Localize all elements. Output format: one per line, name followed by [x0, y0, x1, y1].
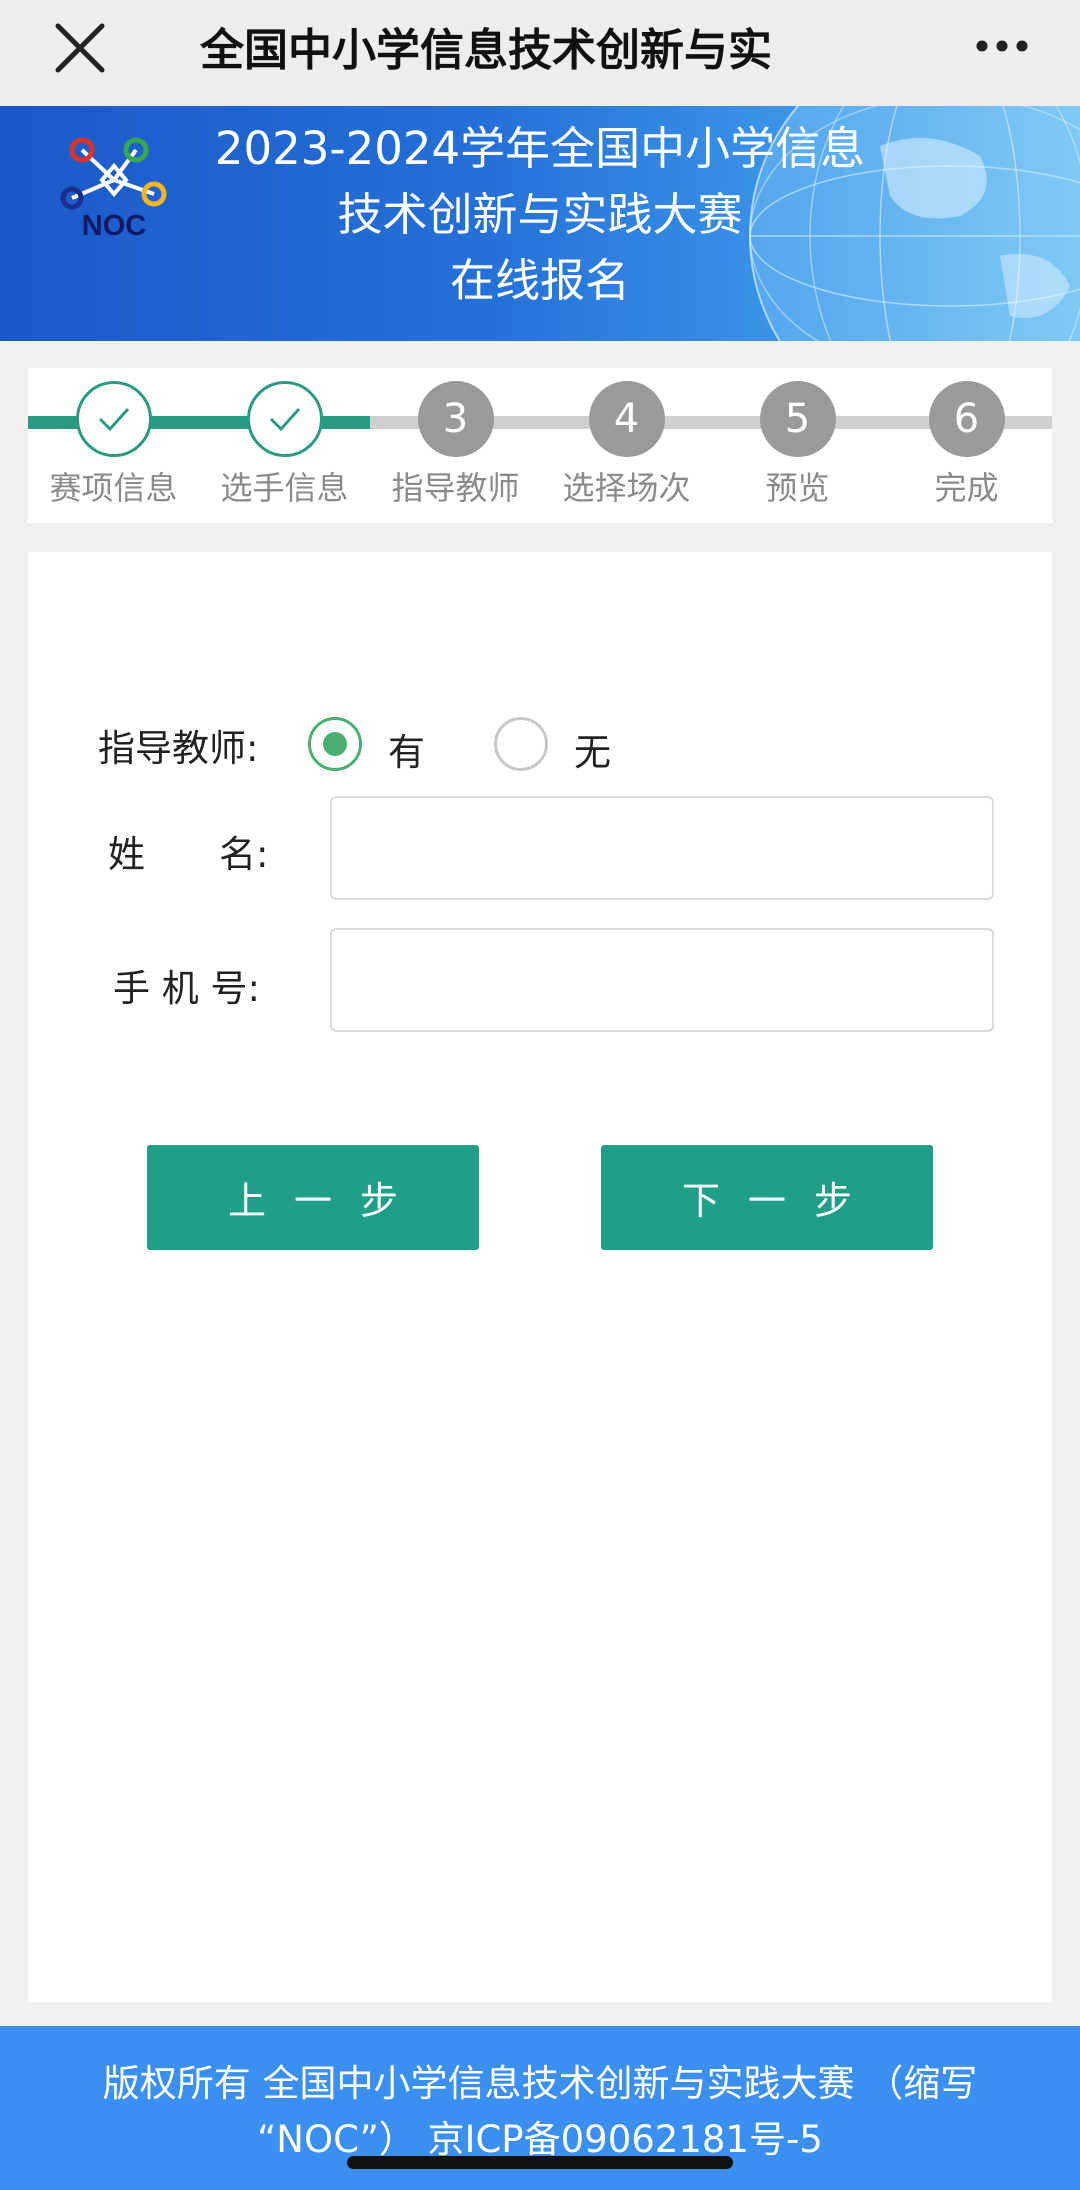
banner-title-line: 在线报名: [449, 254, 630, 307]
footer-line: 版权所有 全国中小学信息技术创新与实践大赛 （缩写: [102, 2062, 978, 2105]
step-label: 完成: [934, 469, 999, 507]
step-item: 5 预览: [712, 381, 883, 509]
radio-yes-label[interactable]: 有: [388, 722, 425, 776]
step-number: 3: [417, 381, 494, 457]
check-icon: [75, 381, 152, 457]
teacher-label: 指导教师:: [98, 727, 259, 770]
noc-logo: NOC: [58, 128, 170, 248]
radio-no[interactable]: [494, 717, 548, 771]
radio-no-label[interactable]: 无: [574, 722, 611, 776]
step-item: 6 完成: [881, 381, 1052, 509]
progress-steps: 赛项信息 选手信息 3 指导教师 4 选择场次 5 预览 6 完成: [28, 368, 1052, 523]
step-label: 预览: [765, 469, 830, 507]
event-banner: NOC 2023-2024学年全国中小学信息 技术创新与实践大赛 在线报名: [0, 106, 1080, 341]
close-icon[interactable]: [52, 20, 108, 76]
radio-yes[interactable]: [308, 717, 362, 771]
page-title: 全国中小学信息技术创新与实: [200, 16, 860, 86]
more-horizontal-icon[interactable]: [972, 24, 1032, 68]
banner-title-line: 技术创新与实践大赛: [337, 188, 743, 241]
check-icon: [246, 381, 323, 457]
step-label: 选手信息: [220, 469, 349, 507]
next-step-button[interactable]: 下一步: [601, 1145, 933, 1250]
home-indicator[interactable]: [347, 2156, 733, 2169]
phone-input[interactable]: [330, 928, 994, 1032]
svg-text:NOC: NOC: [82, 210, 147, 242]
teacher-form-card: 指导教师: 有 无 姓 名: 手 机 号: 上一步 下一步: [28, 552, 1052, 2002]
phone-label: 手 机 号:: [113, 967, 260, 1010]
step-item: 选手信息: [199, 381, 370, 509]
banner-title-line: 2023-2024学年全国中小学信息: [214, 122, 866, 175]
step-number: 6: [928, 381, 1005, 457]
top-nav-bar: 全国中小学信息技术创新与实: [0, 0, 1080, 106]
prev-step-button[interactable]: 上一步: [147, 1145, 479, 1250]
step-item: 4 选择场次: [541, 381, 712, 509]
banner-title: 2023-2024学年全国中小学信息 技术创新与实践大赛 在线报名: [160, 116, 920, 314]
step-label: 赛项信息: [49, 469, 178, 507]
step-item: 3 指导教师: [370, 381, 541, 509]
step-label: 选择场次: [562, 469, 691, 507]
step-number: 4: [588, 381, 665, 457]
step-label: 指导教师: [391, 469, 520, 507]
step-number: 5: [759, 381, 836, 457]
name-input[interactable]: [330, 796, 994, 900]
name-label: 姓 名:: [108, 833, 269, 876]
step-item: 赛项信息: [28, 381, 199, 509]
